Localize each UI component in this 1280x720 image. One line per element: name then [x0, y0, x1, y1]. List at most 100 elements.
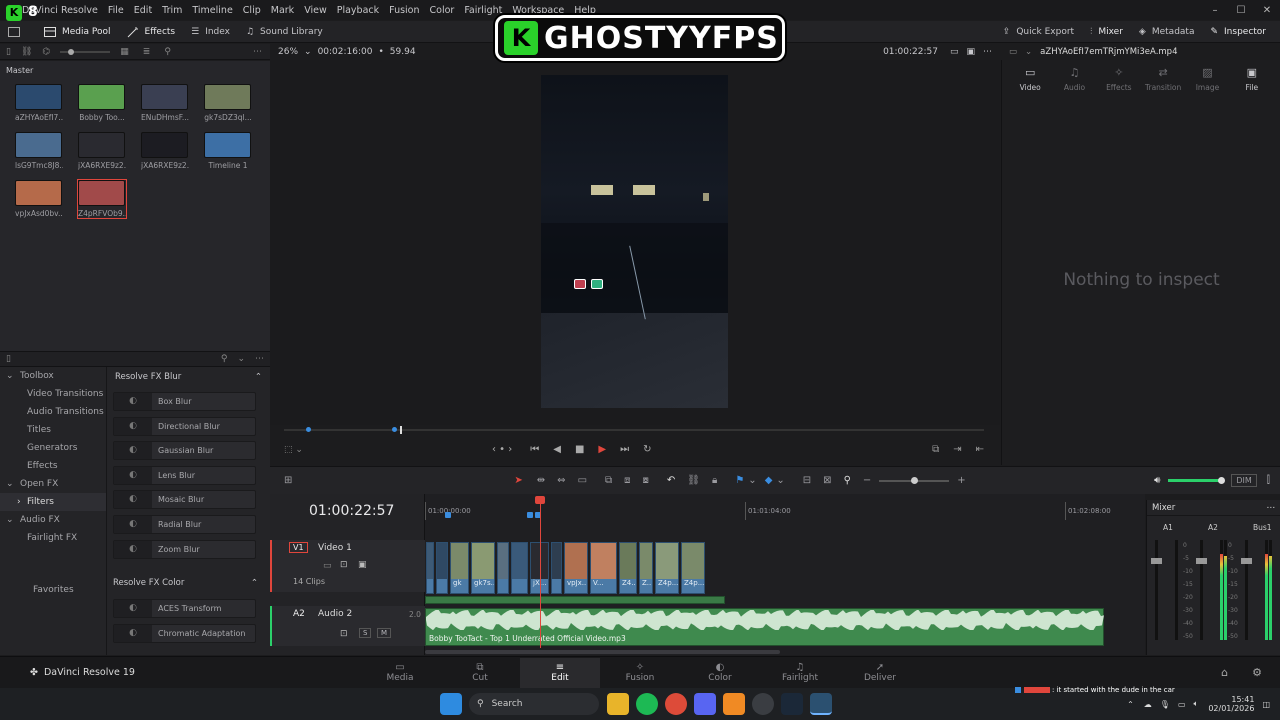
link-icon[interactable]: ⛓ — [21, 47, 32, 57]
snapping-icon[interactable]: ↶ — [667, 475, 675, 486]
timeline-clip[interactable]: Z4p... — [655, 542, 679, 594]
timeline-clip[interactable]: Z4... — [619, 542, 637, 594]
spotify-icon[interactable] — [636, 693, 658, 715]
zoom-in-icon[interactable]: + — [957, 475, 965, 486]
tree-item-filters[interactable]: › Filters — [0, 493, 106, 511]
replace-clip-icon[interactable]: ⧇ — [643, 475, 649, 486]
settings-icon[interactable]: ⚙ — [1252, 666, 1262, 679]
collapse-icon[interactable]: ⌃ — [251, 578, 258, 588]
effects-options-icon[interactable]: ⋯ — [255, 354, 264, 364]
audio-track-header[interactable]: A2 Audio 2 2.0 ⊡ S M — [270, 606, 425, 646]
menu-item-playback[interactable]: Playback — [337, 5, 379, 16]
auto-select-icon[interactable]: ⊡ — [340, 629, 348, 639]
jog-bar[interactable] — [284, 426, 984, 434]
menu-item-help[interactable]: Help — [574, 5, 596, 16]
mic-icon[interactable]: 🎙︎ — [1160, 700, 1170, 709]
mixer-fader[interactable] — [1245, 540, 1248, 640]
media-clip[interactable]: Timeline 1 — [204, 132, 252, 170]
tab-image[interactable]: ▨ Image — [1185, 66, 1229, 92]
viewer-mode-icon[interactable]: ▭ — [950, 47, 959, 57]
media-clip[interactable]: ENuDHmsF... — [141, 84, 189, 122]
launcher-icon[interactable] — [723, 693, 745, 715]
timeline-clip[interactable]: gk7s... — [471, 542, 495, 594]
chrome-icon[interactable] — [665, 693, 687, 715]
mute-button[interactable]: M — [377, 628, 392, 638]
davinci-resolve-icon[interactable] — [810, 693, 832, 715]
color-category-header[interactable]: Resolve FX Color ⌃ — [113, 578, 258, 588]
timeline-clip[interactable] — [497, 542, 509, 594]
viewer-zoom[interactable]: 26% — [278, 47, 298, 57]
menu-item-view[interactable]: View — [304, 5, 327, 16]
go-start-icon[interactable]: ⇤ — [976, 444, 984, 455]
page-tab-fairlight[interactable]: ♫ Fairlight — [760, 662, 840, 683]
file-explorer-icon[interactable] — [607, 693, 629, 715]
fader-handle[interactable] — [1241, 558, 1252, 564]
overwrite-clip-icon[interactable]: ⧈ — [624, 475, 630, 486]
chevron-down-icon[interactable]: ⌄ — [237, 354, 245, 364]
options-icon[interactable]: ⋯ — [253, 47, 262, 57]
tree-item-video-transitions[interactable]: Video Transitions — [0, 385, 106, 403]
effect-zoom-blur[interactable]: ◐ Zoom Blur — [113, 539, 256, 559]
page-tab-media[interactable]: ▭ Media — [360, 662, 440, 683]
media-pool-button[interactable]: Media Pool — [36, 21, 119, 43]
taskbar-search[interactable]: ⚲ Search — [469, 693, 599, 715]
skip-forward-icon[interactable]: ⏭ — [620, 444, 629, 455]
effects-search-icon[interactable]: ⚲ — [221, 354, 228, 364]
media-clip[interactable]: Z4pRFVOb9... — [77, 179, 127, 219]
skip-back-icon[interactable]: ⏮ — [530, 444, 539, 455]
video-frame[interactable] — [541, 75, 728, 408]
tree-item-titles[interactable]: Titles — [0, 421, 106, 439]
search-icon[interactable]: ⚲ — [164, 47, 171, 57]
timeline-scrollbar[interactable] — [425, 650, 780, 654]
tree-item-fairlight-fx[interactable]: Fairlight FX — [0, 529, 106, 547]
sidebar-toggle-icon[interactable]: ▯ — [6, 47, 11, 57]
custom-zoom-icon[interactable]: ⚲ — [844, 475, 851, 486]
tab-audio[interactable]: ♫ Audio — [1052, 66, 1096, 92]
effect-radial-blur[interactable]: ◐ Radial Blur — [113, 515, 256, 534]
tab-transition[interactable]: ⇄ Transition — [1141, 66, 1185, 92]
tree-item-toolbox[interactable]: ⌄ Toolbox — [0, 367, 106, 385]
chevron-down-icon[interactable]: ⌄ — [748, 475, 756, 486]
page-tab-color[interactable]: ◐ Color — [680, 662, 760, 683]
collapse-icon[interactable]: ⌃ — [255, 372, 262, 382]
timeline-clip[interactable]: vpJx... — [564, 542, 588, 594]
mixer-fader[interactable] — [1155, 540, 1158, 640]
chevron-down-icon[interactable]: ⌄ — [1025, 47, 1032, 57]
menu-item-mark[interactable]: Mark — [271, 5, 294, 16]
quick-export-button[interactable]: ⇪ Quick Export — [995, 21, 1082, 43]
tree-item-favorites[interactable]: Favorites — [0, 581, 106, 599]
thumb-size-slider[interactable] — [60, 48, 111, 55]
timeline-ruler[interactable]: 01:00:00:00 01:01:04:00 01:02:08:00 — [425, 498, 1145, 522]
discord-icon[interactable] — [694, 693, 716, 715]
zoom-slider[interactable] — [879, 476, 950, 484]
effect-box-blur[interactable]: ◐ Box Blur — [113, 392, 256, 411]
marker-icon[interactable] — [445, 512, 451, 518]
blade-tool-icon[interactable]: ▭ — [578, 475, 587, 486]
effect-aces-transform[interactable]: ◐ ACES Transform — [113, 599, 256, 618]
inspector-button[interactable]: ✎ Inspector — [1202, 21, 1280, 43]
timeline-clip[interactable] — [511, 542, 528, 594]
play-reverse-icon[interactable]: ◀ — [553, 444, 561, 455]
tray-chevron-icon[interactable]: ⌃ — [1127, 700, 1134, 709]
marker-icon[interactable]: ◆ — [765, 475, 773, 486]
timeline-clip[interactable]: gk — [450, 542, 469, 594]
grid-view-icon[interactable]: ▦ — [120, 47, 129, 57]
effect-chromatic-adaptation[interactable]: ◐ Chromatic Adaptation — [113, 623, 256, 643]
metadata-button[interactable]: ◈ Metadata — [1131, 21, 1203, 43]
audio-clip[interactable]: Bobby TooTact - Top 1 Underrated Officia… — [425, 608, 1104, 646]
tree-item-open-fx[interactable]: ⌄ Open FX — [0, 475, 106, 493]
blur-category-header[interactable]: Resolve FX Blur ⌃ — [107, 367, 270, 387]
tab-video[interactable]: ▭ Video — [1008, 66, 1052, 92]
meter-toggle-icon[interactable]: ⫿ — [1267, 475, 1270, 486]
media-clip[interactable]: gk7sDZ3ql... — [204, 84, 252, 122]
lock-icon[interactable]: ▭ — [323, 561, 332, 571]
network-icon[interactable]: ▭ — [1178, 700, 1186, 709]
tag-icon[interactable]: ⌬ — [42, 47, 50, 57]
playhead[interactable] — [540, 498, 541, 648]
page-tab-fusion[interactable]: ✧ Fusion — [600, 662, 680, 683]
timeline-clip[interactable] — [436, 542, 448, 594]
menu-item-edit[interactable]: Edit — [134, 5, 152, 16]
marker-icon[interactable] — [527, 512, 533, 518]
mixer-button[interactable]: ⫶ Mixer — [1082, 21, 1131, 43]
selection-tool-icon[interactable]: ➤ — [514, 475, 522, 486]
